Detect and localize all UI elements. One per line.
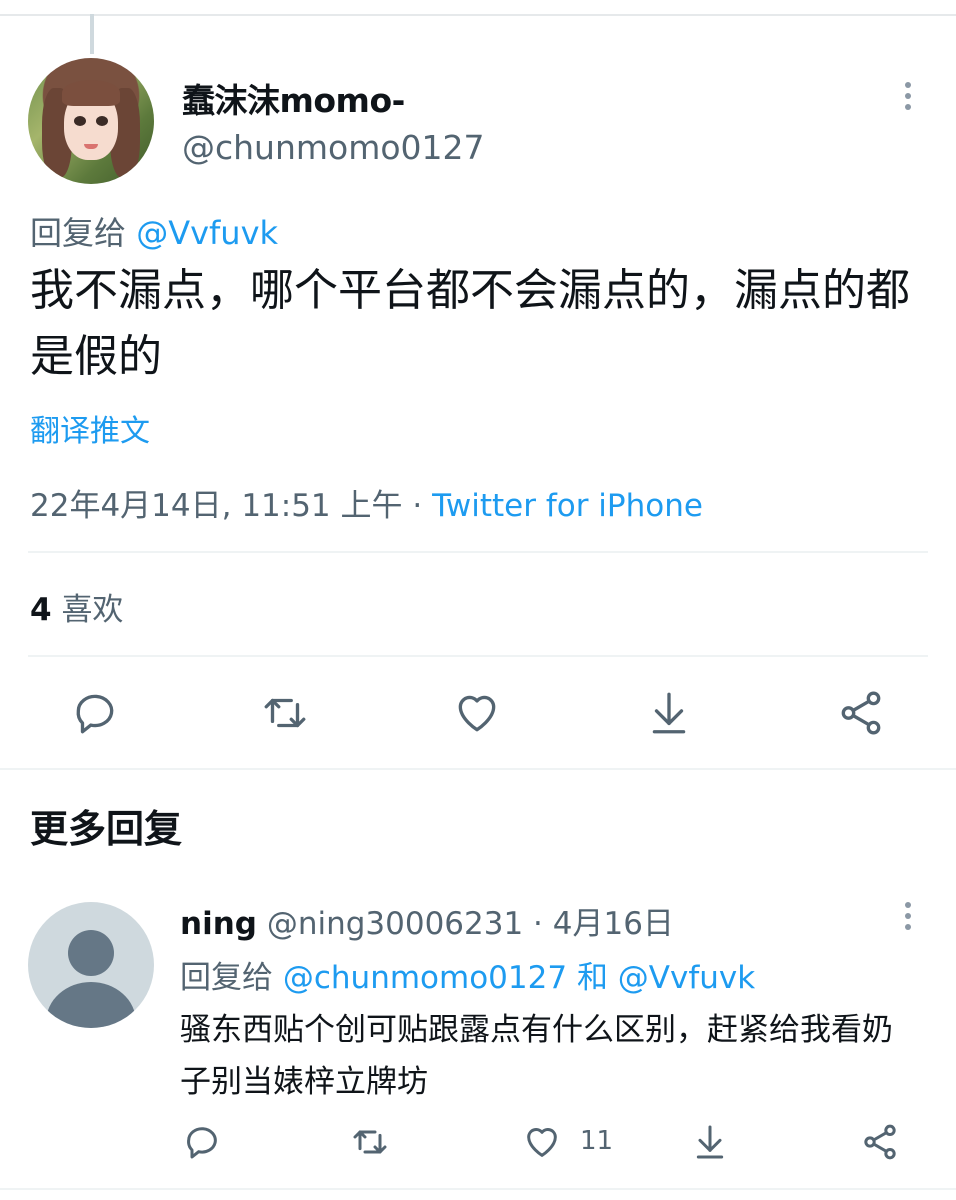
tweet-timestamp[interactable]: 22年4月14日, 11:51 上午	[30, 488, 403, 524]
likes-label: 喜欢	[61, 592, 124, 628]
top-divider	[0, 14, 956, 16]
like-icon[interactable]	[452, 688, 502, 738]
bottom-divider	[0, 1188, 956, 1190]
likes-summary[interactable]: 4 喜欢	[30, 584, 123, 629]
reply-mention-link[interactable]: @Vvfuvk	[136, 214, 278, 252]
bookmark-download-icon[interactable]	[690, 1122, 730, 1162]
replying-to: 回复给 @Vvfuvk	[30, 208, 278, 254]
default-avatar-head	[68, 930, 114, 976]
thread-connector-line	[90, 14, 94, 54]
author-display-name[interactable]: 蠢沫沫momo-	[182, 74, 405, 122]
reply-icon[interactable]	[70, 688, 120, 738]
translate-tweet-link[interactable]: 翻译推文	[30, 406, 150, 450]
reply-like-count: 11	[580, 1126, 614, 1156]
more-replies-heading: 更多回复	[30, 807, 183, 851]
section-divider	[0, 768, 956, 770]
more-options-icon[interactable]	[900, 900, 916, 932]
reply-date[interactable]: 4月16日	[553, 906, 674, 942]
avatar[interactable]	[28, 58, 154, 184]
share-icon[interactable]	[836, 688, 886, 738]
author-handle[interactable]: @chunmomo0127	[182, 128, 485, 167]
divider	[28, 551, 928, 553]
reply-mention-link-1[interactable]: @chunmomo0127	[283, 960, 567, 996]
reply-replying-to: 回复给 @chunmomo0127 和 @Vvfuvk	[180, 952, 755, 997]
like-icon[interactable]	[522, 1122, 562, 1162]
avatar-bangs	[62, 80, 120, 106]
retweet-icon[interactable]	[350, 1122, 390, 1162]
reply-text: 骚东西贴个创可贴跟露点有什么区别，赶紧给我看奶子别当婊梓立牌坊	[180, 1012, 893, 1100]
reply-prefix: 回复给	[30, 214, 127, 252]
tweet-text: 我不漏点，哪个平台都不会漏点的，漏点的都是假的	[30, 265, 910, 382]
reply-author-name[interactable]: ning	[180, 906, 257, 942]
meta-separator: ·	[402, 488, 433, 524]
bookmark-download-icon[interactable]	[644, 688, 694, 738]
reply-avatar[interactable]	[28, 902, 154, 1028]
reply-prefix: 回复给	[180, 960, 273, 996]
reply-conjunction: 和	[576, 960, 608, 996]
reply-separator: ·	[523, 906, 553, 942]
reply-icon[interactable]	[182, 1122, 222, 1162]
reply-author-handle[interactable]: @ning30006231	[267, 906, 523, 942]
share-icon[interactable]	[860, 1122, 900, 1162]
default-avatar-body	[46, 982, 136, 1028]
tweet-source-link[interactable]: Twitter for iPhone	[432, 488, 703, 524]
more-options-icon[interactable]	[900, 80, 916, 112]
avatar-eye-right	[96, 116, 108, 126]
avatar-eye-left	[74, 116, 86, 126]
divider	[28, 655, 928, 657]
likes-count: 4	[30, 592, 52, 628]
reply-mention-link-2[interactable]: @Vvfuvk	[618, 960, 755, 996]
retweet-icon[interactable]	[260, 688, 310, 738]
tweet-meta: 22年4月14日, 11:51 上午 · Twitter for iPhone	[30, 480, 703, 525]
reply-header: ning @ning30006231 · 4月16日	[180, 898, 674, 943]
